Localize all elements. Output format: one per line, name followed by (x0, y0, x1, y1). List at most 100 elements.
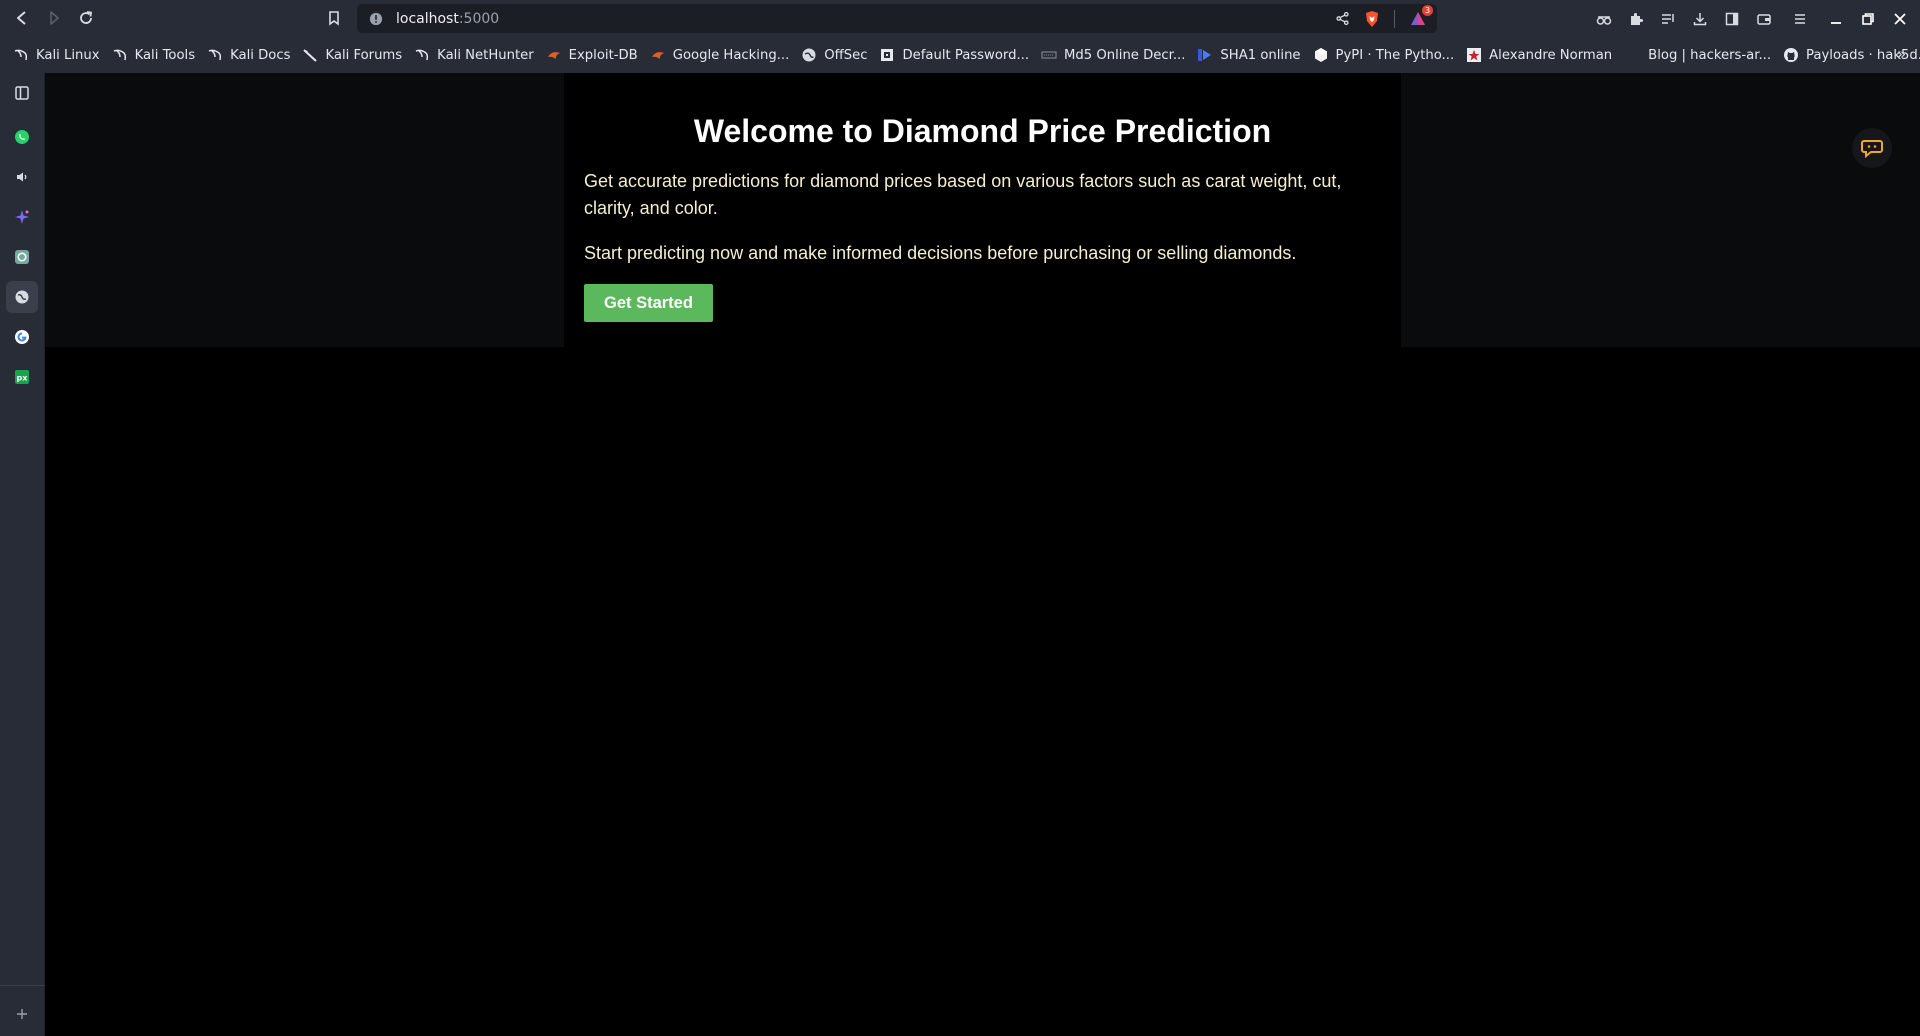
minimize-icon (1831, 21, 1841, 24)
bookmarks-overflow-button[interactable]: » (1897, 45, 1906, 63)
back-arrow-icon (17, 11, 26, 25)
address-bar-actions: 3 (1335, 4, 1433, 33)
github-icon (1783, 47, 1799, 63)
download-icon (1693, 12, 1707, 25)
brave-shields-icon[interactable] (1364, 10, 1380, 28)
kali-dragon-icon (112, 47, 128, 63)
sidebar-item-leo-ai[interactable] (6, 201, 38, 233)
minimize-button[interactable] (1820, 0, 1852, 37)
sidebar-divider (0, 985, 45, 986)
playlist-icon (1662, 13, 1674, 24)
bookmark-item[interactable]: Alexandre Norman (1463, 41, 1619, 69)
bookmark-label: Kali Forums (325, 47, 403, 63)
sidebar-item-google[interactable] (6, 321, 38, 353)
bookmark-item[interactable]: OffSec (798, 41, 874, 69)
exploit-db-icon (546, 47, 562, 63)
close-icon (1894, 12, 1906, 25)
forward-arrow-icon (50, 11, 59, 25)
bookmark-item[interactable]: Default Password... (876, 41, 1036, 69)
bookmark-label: Alexandre Norman (1489, 47, 1613, 63)
bookmark-page-button[interactable] (322, 6, 346, 30)
sidebar-item-globe[interactable] (6, 281, 38, 313)
bookmark-item[interactable]: Blog | hackers-ar... (1645, 41, 1778, 69)
sha1-icon (1197, 47, 1213, 63)
share-icon[interactable] (1335, 11, 1350, 26)
bookmark-label: Default Password... (902, 47, 1030, 63)
hamburger-menu-icon (1795, 13, 1805, 24)
sidebar-item-whatsapp[interactable] (6, 121, 38, 153)
bookmark-item[interactable]: Kali Tools (109, 41, 203, 69)
call-to-action-paragraph: Start predicting now and make informed d… (584, 243, 1297, 263)
sidebar-item-speaker[interactable] (6, 161, 38, 193)
sidebar-item-chatgpt[interactable] (6, 241, 38, 273)
sparkle-icon (15, 210, 29, 224)
bookmark-label: SHA1 online (1220, 47, 1301, 63)
bookmark-item[interactable]: Kali Linux (10, 41, 107, 69)
forward-button[interactable] (42, 6, 66, 30)
address-port: :5000 (458, 10, 500, 27)
bookmark-item[interactable]: Md5 Online Decr... (1038, 41, 1192, 69)
site-info-icon[interactable] (368, 11, 384, 27)
bookmark-item[interactable]: SHA1 online (1194, 41, 1307, 69)
pypi-icon (1313, 47, 1329, 63)
bookmark-icon (329, 11, 339, 26)
bookmark-item[interactable]: Google Hacking... (647, 41, 797, 69)
md5-icon (1041, 47, 1057, 63)
bookmark-label: Blog | hackers-ar... (1648, 47, 1772, 63)
browser-actions (1588, 0, 1920, 37)
wallet-icon (1757, 13, 1771, 25)
globe-icon (15, 290, 29, 304)
intro-paragraph: Get accurate predictions for diamond pri… (584, 171, 1342, 218)
downloads-button[interactable] (1684, 0, 1716, 37)
bookmark-label: Md5 Online Decr... (1064, 47, 1186, 63)
puzzle-icon (1631, 12, 1643, 25)
chat-bubble-icon (1861, 140, 1883, 158)
sidebar-toggle-button[interactable] (1716, 0, 1748, 37)
notification-badge: 3 (1422, 4, 1433, 16)
panel-icon (15, 86, 29, 100)
spy-glasses-icon (1596, 15, 1612, 25)
browser-toolbar: localhost:5000 3 (0, 0, 1920, 37)
welcome-container: Welcome to Diamond Price Prediction Get … (564, 73, 1401, 347)
sidebar-toggle-icon (1725, 12, 1739, 25)
menu-button[interactable] (1780, 0, 1820, 37)
sidebar-panel-button[interactable] (6, 77, 38, 109)
brave-rewards-button[interactable]: 3 (1409, 4, 1433, 28)
reload-button[interactable] (74, 6, 98, 30)
speaker-icon (17, 172, 27, 182)
chat-assistant-button[interactable] (1852, 128, 1892, 168)
kali-dragon-icon (207, 47, 223, 63)
bookmark-label: PyPI · The Pytho... (1335, 47, 1455, 63)
sidebar-add-button[interactable] (6, 998, 38, 1030)
page-viewport: Welcome to Diamond Price Prediction Get … (45, 73, 1920, 1036)
page-title: Welcome to Diamond Price Prediction (693, 113, 1272, 149)
extensions-button[interactable] (1620, 0, 1652, 37)
address-text[interactable]: localhost:5000 (396, 11, 499, 27)
vpn-button[interactable] (1588, 0, 1620, 37)
bookmark-label: Kali Docs (230, 47, 291, 63)
exploit-db-icon (650, 47, 666, 63)
bookmark-item[interactable]: Kali Forums (299, 41, 409, 69)
get-started-button[interactable]: Get Started (584, 284, 713, 322)
google-icon (15, 330, 29, 344)
playlist-button[interactable] (1652, 0, 1684, 37)
close-window-button[interactable] (1884, 0, 1916, 37)
sidebar-item-px[interactable]: px (6, 361, 38, 393)
bookmark-item[interactable]: Kali NetHunter (411, 41, 541, 69)
px-icon: px (15, 370, 29, 384)
restore-icon (1862, 12, 1874, 25)
bookmark-label: Kali Tools (134, 47, 196, 63)
default-password-icon (879, 47, 895, 63)
address-bar[interactable]: localhost:5000 3 (357, 4, 1437, 33)
side-panel: px (0, 73, 45, 1036)
chatgpt-icon (15, 250, 29, 264)
bookmark-label: Exploit-DB (568, 47, 638, 63)
wallet-button[interactable] (1748, 0, 1780, 37)
restore-button[interactable] (1852, 0, 1884, 37)
bookmark-label: Kali NetHunter (437, 47, 534, 63)
bookmark-item[interactable]: Kali Docs (204, 41, 297, 69)
plus-icon (17, 1009, 27, 1019)
bookmark-item[interactable]: Exploit-DB (543, 41, 645, 69)
bookmark-item[interactable]: PyPI · The Pytho... (1310, 41, 1462, 69)
back-button[interactable] (10, 6, 34, 30)
